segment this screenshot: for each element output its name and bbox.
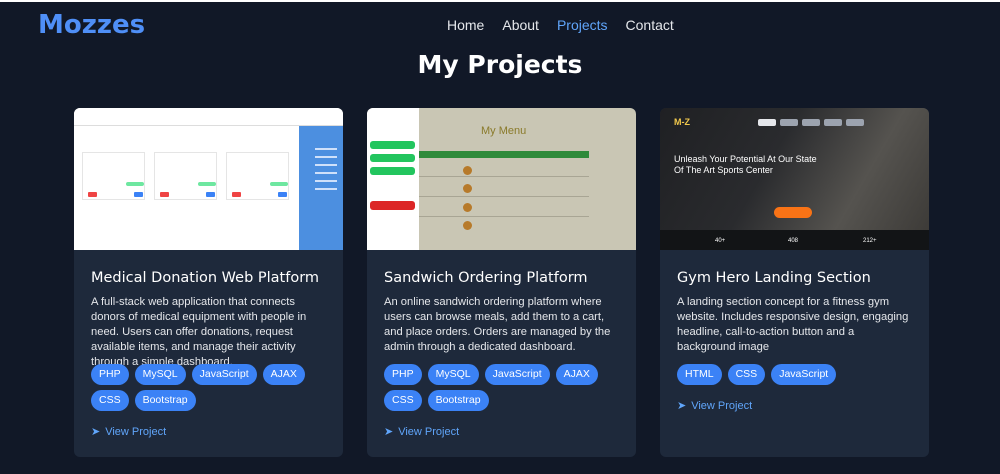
project-card-medical: Medical Donation Web Platform A full-sta… bbox=[74, 108, 343, 457]
project-description: A landing section concept for a fitness … bbox=[677, 296, 909, 353]
tag-bootstrap: Bootstrap bbox=[427, 390, 489, 411]
nav-projects[interactable]: Projects bbox=[557, 17, 608, 33]
tag-css: CSS bbox=[384, 390, 422, 411]
view-project-link[interactable]: ➤ View Project bbox=[384, 425, 619, 438]
project-thumbnail-gym[interactable]: M-Z Unleash Your Potential At Our State … bbox=[660, 108, 929, 250]
project-card-sandwich: My Menu Sandwich Ordering Platform An on… bbox=[367, 108, 636, 457]
top-border bbox=[0, 0, 1000, 2]
project-title: Sandwich Ordering Platform bbox=[384, 270, 588, 286]
nav-home[interactable]: Home bbox=[447, 17, 484, 33]
main-nav: Home About Projects Contact bbox=[447, 17, 692, 33]
arrow-right-icon: ➤ bbox=[384, 426, 394, 438]
tag-mysql: MySQL bbox=[134, 364, 186, 385]
project-thumbnail-medical[interactable] bbox=[74, 108, 343, 250]
thumbnail-gym-stat: 408 bbox=[788, 238, 799, 244]
tag-list: PHP MySQL JavaScript AJAX CSS Bootstrap bbox=[91, 364, 326, 411]
tag-list: HTML CSS JavaScript bbox=[677, 364, 912, 385]
view-project-label: View Project bbox=[398, 426, 460, 438]
tag-css: CSS bbox=[91, 390, 129, 411]
project-card-gym: M-Z Unleash Your Potential At Our State … bbox=[660, 108, 929, 457]
thumbnail-menu-title: My Menu bbox=[481, 125, 527, 137]
view-project-label: View Project bbox=[691, 400, 753, 412]
project-title: Gym Hero Landing Section bbox=[677, 270, 871, 286]
site-logo[interactable]: Mozzes bbox=[38, 10, 145, 40]
tag-php: PHP bbox=[91, 364, 129, 385]
tag-javascript: JavaScript bbox=[191, 364, 257, 385]
tag-php: PHP bbox=[384, 364, 422, 385]
thumbnail-gym-headline: Unleash Your Potential At Our State Of T… bbox=[674, 154, 817, 175]
projects-grid: Medical Donation Web Platform A full-sta… bbox=[74, 108, 929, 457]
thumbnail-gym-stat: 212+ bbox=[863, 238, 877, 244]
tag-mysql: MySQL bbox=[427, 364, 479, 385]
thumbnail-gym-logo: M-Z bbox=[674, 117, 690, 127]
view-project-link[interactable]: ➤ View Project bbox=[91, 425, 326, 438]
tag-css: CSS bbox=[727, 364, 766, 385]
tag-javascript: JavaScript bbox=[771, 364, 837, 385]
tag-ajax: AJAX bbox=[555, 364, 598, 385]
nav-about[interactable]: About bbox=[502, 17, 539, 33]
arrow-right-icon: ➤ bbox=[677, 400, 687, 412]
project-description: An online sandwich ordering platform whe… bbox=[384, 296, 611, 353]
tag-bootstrap: Bootstrap bbox=[134, 390, 196, 411]
tag-html: HTML bbox=[677, 364, 722, 385]
nav-contact[interactable]: Contact bbox=[626, 17, 674, 33]
page-title: My Projects bbox=[417, 50, 583, 79]
arrow-right-icon: ➤ bbox=[91, 426, 101, 438]
tag-javascript: JavaScript bbox=[484, 364, 550, 385]
view-project-label: View Project bbox=[105, 426, 167, 438]
view-project-link[interactable]: ➤ View Project bbox=[677, 399, 912, 412]
tag-ajax: AJAX bbox=[262, 364, 305, 385]
tag-list: PHP MySQL JavaScript AJAX CSS Bootstrap bbox=[384, 364, 619, 411]
project-title: Medical Donation Web Platform bbox=[91, 270, 320, 286]
project-description: A full-stack web application that connec… bbox=[91, 296, 307, 368]
thumbnail-gym-stat: 40+ bbox=[715, 238, 726, 244]
project-thumbnail-sandwich[interactable]: My Menu bbox=[367, 108, 636, 250]
